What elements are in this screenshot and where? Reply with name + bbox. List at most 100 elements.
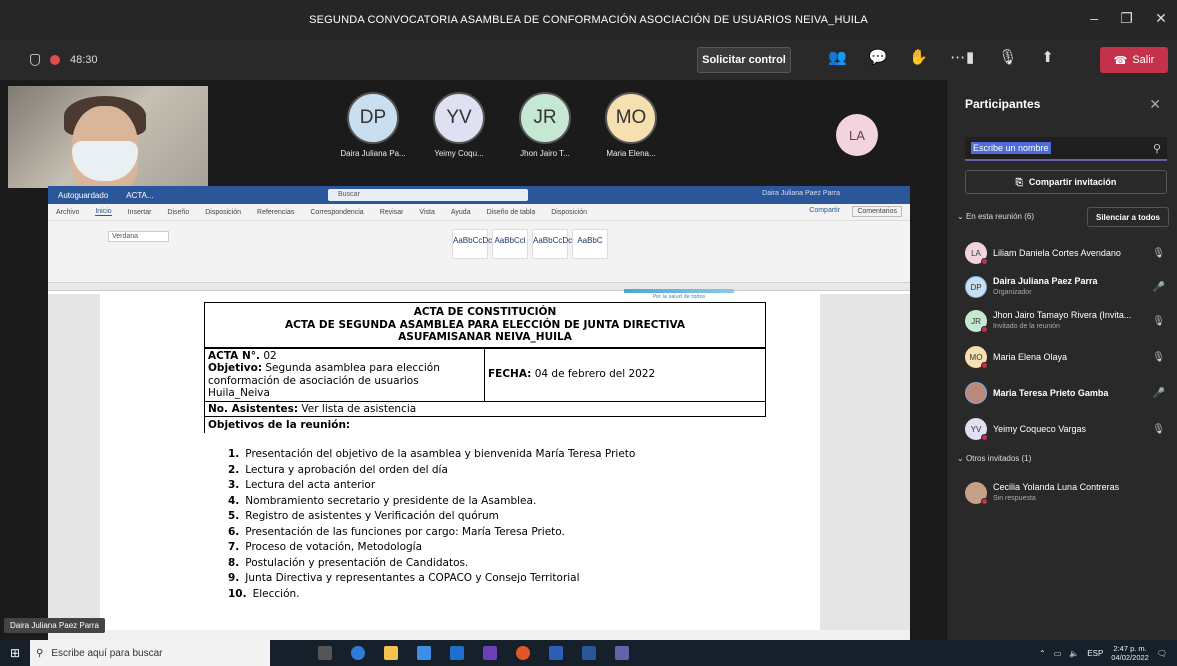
participant-row[interactable]: YV Yeimy Coqueco Vargas 🎙 [965,414,1175,444]
avatar-la[interactable]: LA [836,114,878,156]
objetivo-label: Objetivo: [208,362,263,374]
tray-chevron-icon[interactable]: ⌃ [1039,649,1046,658]
avatar-jr[interactable]: JR Jhon Jairo T... [502,92,588,158]
taskbar-search-input[interactable]: ⚲ Escribe aquí para buscar [30,640,270,666]
close-icon[interactable]: ✕ [1155,10,1167,27]
teams-icon[interactable] [615,646,629,660]
menu-disposicion-2[interactable]: Disposición [551,209,587,216]
invite-icon: ⎘ [1015,176,1023,187]
word-icon[interactable] [582,646,596,660]
network-icon[interactable]: ▭ [1054,649,1062,658]
style-normal[interactable]: AaBbCcDc [452,229,492,259]
menu-vista[interactable]: Vista [419,209,434,216]
menu-ayuda[interactable]: Ayuda [451,209,471,216]
avatar: LA [965,242,988,265]
meeting-timer: 48:30 [70,54,98,66]
maximize-icon[interactable]: ❐ [1120,10,1133,27]
menu-correspondencia[interactable]: Correspondencia [310,209,363,216]
avatar-mo[interactable]: MO Maria Elena... [588,92,674,158]
mic-off-icon: 🎙 [1152,247,1165,259]
mute-all-button[interactable]: Silenciar a todos [1087,207,1169,227]
font-select[interactable]: Verdana [108,231,170,242]
list-item: 1. Presentación del objetivo de la asambl… [228,448,636,460]
list-item: 10. Elección. [228,587,300,600]
word-ribbon: Verdana AaBbCcDc AaBbCcl AaBbCcDc AaBbC [48,221,910,283]
avatar [965,482,988,505]
windows-start-icon[interactable]: ⊞ [0,646,30,660]
meta-table: ACTA N°. 02 Objetivo: Segunda asamblea p… [204,347,766,418]
word-menu: Archivo Inicio Insertar Diseño Disposici… [48,204,910,221]
camera-name-label: Daira Juliana Paez Parra [4,618,105,633]
style-sin-espacio[interactable]: AaBbCcDc [532,229,572,259]
participant-row[interactable]: Maria Teresa Prieto Gamba 🎤 [965,378,1175,408]
style-titulo2[interactable]: AaBbCcl [492,229,528,259]
chevron-down-icon: ⌄ [957,212,964,221]
avatar: JR [965,310,988,333]
list-item: 7. Proceso de votación, Metodología [228,541,423,553]
clock[interactable]: 2:47 p. m. 04/02/2022 [1111,644,1149,662]
share-button[interactable]: Compartir [809,207,840,214]
avatar-yv[interactable]: YV Yeimy Coqu... [416,92,502,158]
chat-icon[interactable]: 💬 [869,48,888,66]
participant-row[interactable]: MO Maria Elena Olaya 🎙 [965,342,1175,372]
close-panel-icon[interactable]: ✕ [1149,96,1161,113]
camera-off-icon[interactable]: ▮ [966,48,974,66]
mail-icon[interactable] [450,646,464,660]
autosave-label[interactable]: Autoguardado [58,191,108,200]
comments-button[interactable]: Comentarios [852,206,902,217]
store-icon[interactable] [417,646,431,660]
participant-search-input[interactable]: Escribe un nombre ⚲ [965,137,1167,161]
minimize-icon[interactable]: – [1090,10,1098,27]
menu-revisar[interactable]: Revisar [380,209,404,216]
in-meeting-header[interactable]: ⌄ En esta reunión (6) [957,212,1034,221]
word-statusbar [48,630,910,640]
volume-icon[interactable]: 🔈 [1069,649,1079,658]
camera-video[interactable] [8,86,208,188]
style-titulo1[interactable]: AaBbC [572,229,608,259]
header-line-1: ACTA DE CONSTITUCIÓN [413,306,557,318]
logo-bar [624,289,734,293]
menu-inicio[interactable]: Inicio [95,208,112,216]
word-user: Daira Juliana Paez Parra [762,190,840,197]
notifications-icon[interactable]: 🗨 [1157,649,1167,658]
request-control-button[interactable]: Solicitar control [697,47,791,73]
acta-number: 02 [263,349,277,362]
participants-icon[interactable]: 👥 [828,48,847,66]
styles-gallery: AaBbCcDc AaBbCcl AaBbCcDc AaBbC [452,229,608,259]
document-content: Por la salud de todos ACTA DE CONSTITUCI… [204,289,766,602]
avatar-dp[interactable]: DP Daira Juliana Pa... [330,92,416,158]
menu-diseno[interactable]: Diseño [167,209,189,216]
more-icon[interactable]: ⋯ [950,48,965,66]
outlook-icon[interactable] [549,646,563,660]
share-invite-button[interactable]: ⎘ Compartir invitación [965,170,1167,194]
mic-off-icon[interactable]: 🎙 [998,48,1017,66]
agenda-list: 1. Presentación del objetivo de la asambl… [204,447,766,602]
header-line-3: ASUFAMISANAR NEIVA_HUILA [398,331,572,343]
participant-row[interactable]: DP Daira Juliana Paez Parra Organizador 🎤 [965,272,1175,302]
participant-row[interactable]: Cecilia Yolanda Luna Contreras Sin respue… [965,478,1175,508]
file-explorer-icon[interactable] [384,646,398,660]
menu-disposicion[interactable]: Disposición [205,209,241,216]
menu-insertar[interactable]: Insertar [128,209,152,216]
others-header[interactable]: ⌄ Otros invitados (1) [957,454,1031,463]
share-screen-icon[interactable]: ⬆ [1041,48,1054,66]
document-header: ACTA DE CONSTITUCIÓN ACTA DE SEGUNDA ASA… [204,302,766,348]
task-view-icon[interactable] [318,646,332,660]
participant-row[interactable]: JR Jhon Jairo Tamayo Rivera (Invita... In… [965,306,1175,336]
menu-archivo[interactable]: Archivo [56,209,79,216]
acta-label: ACTA N°. [208,349,260,362]
mic-off-icon: 🎙 [1152,351,1165,363]
participant-row[interactable]: LA Liliam Daniela Cortes Avendano 🎙 [965,238,1175,268]
leave-label: Salir [1132,54,1155,66]
chrome-icon[interactable] [516,646,530,660]
word-search[interactable]: Buscar [328,189,528,201]
leave-button[interactable]: ☎ Salir [1100,47,1168,73]
menu-diseno-tabla[interactable]: Diseño de tabla [487,209,536,216]
menu-referencias[interactable]: Referencias [257,209,294,216]
window-titlebar: SEGUNDA CONVOCATORIA ASAMBLEA DE CONFORM… [0,0,1177,40]
reactions-icon[interactable]: ✋ [909,48,928,66]
app-icon[interactable] [483,646,497,660]
language-indicator[interactable]: ESP [1087,649,1103,658]
search-icon: ⚲ [1152,142,1161,155]
edge-icon[interactable] [351,646,365,660]
